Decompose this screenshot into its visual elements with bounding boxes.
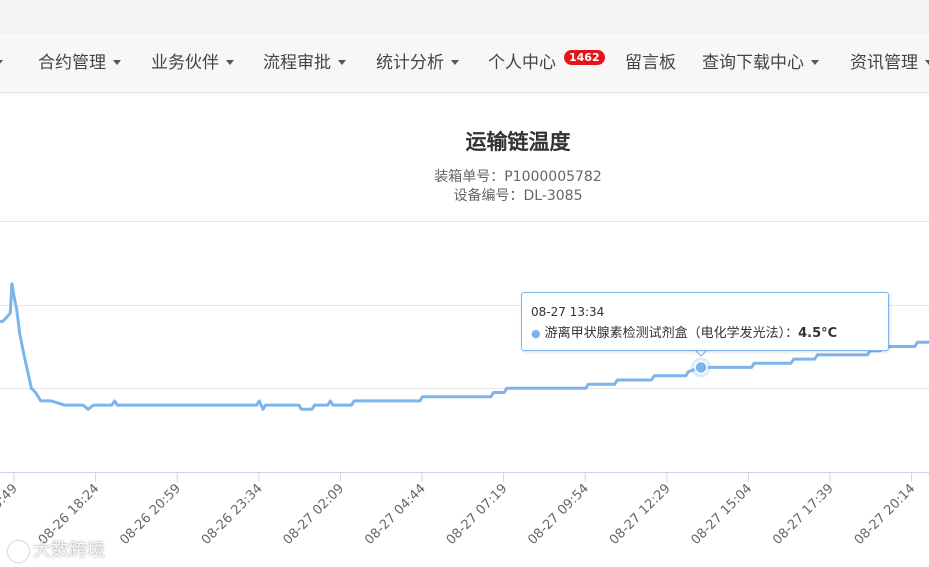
watermark-text: 大数跨境 [33, 540, 105, 561]
x-tick-label: 08-27 07:19 [444, 481, 511, 548]
chart-tooltip: 08-27 13:34 ● 游离甲状腺素检测试剂盒（电化学发光法）：4.5°C [521, 292, 889, 351]
tooltip-time: 08-27 13:34 [531, 305, 605, 319]
watermark: 大数跨境 [8, 536, 105, 562]
x-tick-label: 08-27 04:44 [362, 481, 429, 548]
tooltip-value: 4.5°C [798, 326, 838, 341]
x-tick-label: 08-27 09:54 [525, 481, 592, 548]
x-tick-label: 08-27 02:09 [280, 481, 347, 548]
x-tick-label: 08-26 20:59 [117, 481, 184, 548]
temperature-chart: 08-26 15:4908-26 18:2408-26 20:5908-26 2… [0, 221, 929, 548]
x-tick-label: 08-27 15:04 [688, 481, 755, 548]
x-tick-label: 08-27 12:29 [607, 481, 674, 548]
x-tick-label: 08-27 20:14 [852, 481, 919, 548]
tooltip-separator: ： [785, 326, 799, 341]
watermark-logo-icon [8, 540, 29, 562]
hover-point-marker[interactable] [694, 360, 708, 375]
series-dot-icon: ● [531, 327, 541, 340]
x-tick-label: 08-27 17:39 [770, 481, 837, 548]
x-tick-label: 08-26 23:34 [199, 481, 266, 548]
tooltip-series-name: 游离甲状腺素检测试剂盒（电化学发光法） [544, 326, 786, 341]
tooltip-series-line: ● 游离甲状腺素检测试剂盒（电化学发光法）：4.5°C [531, 322, 837, 341]
